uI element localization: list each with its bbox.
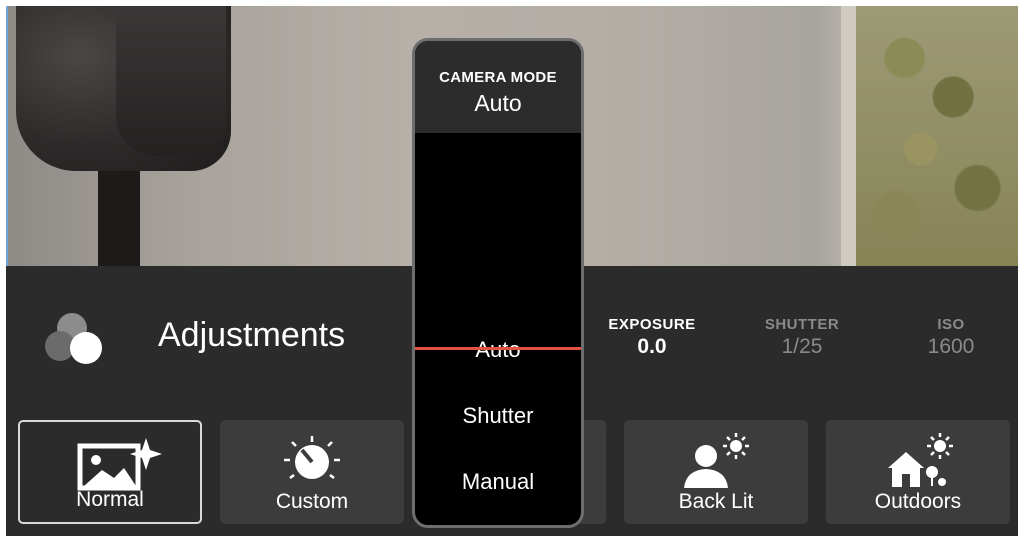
adjustments-title: Adjustments bbox=[158, 316, 346, 354]
picker-selection-line bbox=[415, 347, 581, 350]
mode-label-back-lit: Back Lit bbox=[678, 490, 754, 513]
iso-label: ISO bbox=[937, 316, 965, 333]
iso-readout[interactable]: ISO 1600 bbox=[891, 316, 1011, 359]
camera-mode-picker[interactable]: CAMERA MODE Auto Auto Shutter Manual bbox=[412, 38, 584, 528]
shutter-readout[interactable]: SHUTTER 1/25 bbox=[742, 316, 862, 359]
exposure-label: EXPOSURE bbox=[608, 316, 696, 333]
mode-label-custom: Custom bbox=[275, 490, 349, 513]
picker-option-shutter[interactable]: Shutter bbox=[415, 403, 581, 429]
exposure-value: 0.0 bbox=[637, 335, 667, 358]
person-sun-icon bbox=[684, 433, 749, 488]
coat-fold-shape bbox=[116, 6, 226, 156]
picker-caption: CAMERA MODE bbox=[439, 69, 557, 86]
iso-value: 1600 bbox=[927, 335, 975, 358]
app-frame: Adjustments EXPOSURE 0.0 SHUTTER 1/25 IS… bbox=[6, 6, 1018, 536]
mode-button-custom[interactable]: Custom bbox=[220, 420, 404, 524]
shutter-value: 1/25 bbox=[781, 335, 823, 358]
mode-label-normal: Normal bbox=[76, 488, 144, 511]
shutter-label: SHUTTER bbox=[764, 316, 840, 333]
picker-header: CAMERA MODE Auto bbox=[415, 41, 581, 133]
house-sun-icon bbox=[888, 433, 953, 487]
window-edge bbox=[6, 6, 8, 266]
exposure-readout[interactable]: EXPOSURE 0.0 bbox=[592, 316, 712, 359]
dial-icon bbox=[284, 436, 340, 479]
mode-label-outdoors: Outdoors bbox=[874, 490, 962, 513]
picker-current-value: Auto bbox=[474, 90, 522, 116]
mode-button-normal[interactable]: Normal bbox=[18, 420, 202, 524]
adjustments-circles-icon[interactable] bbox=[40, 308, 110, 368]
mode-button-back-lit[interactable]: Back Lit bbox=[624, 420, 808, 524]
image-sparkle-icon bbox=[77, 438, 162, 491]
picker-option-auto[interactable]: Auto bbox=[415, 337, 581, 363]
plant-foliage bbox=[856, 6, 1018, 266]
mode-button-outdoors[interactable]: Outdoors bbox=[826, 420, 1010, 524]
picker-option-manual[interactable]: Manual bbox=[415, 469, 581, 495]
